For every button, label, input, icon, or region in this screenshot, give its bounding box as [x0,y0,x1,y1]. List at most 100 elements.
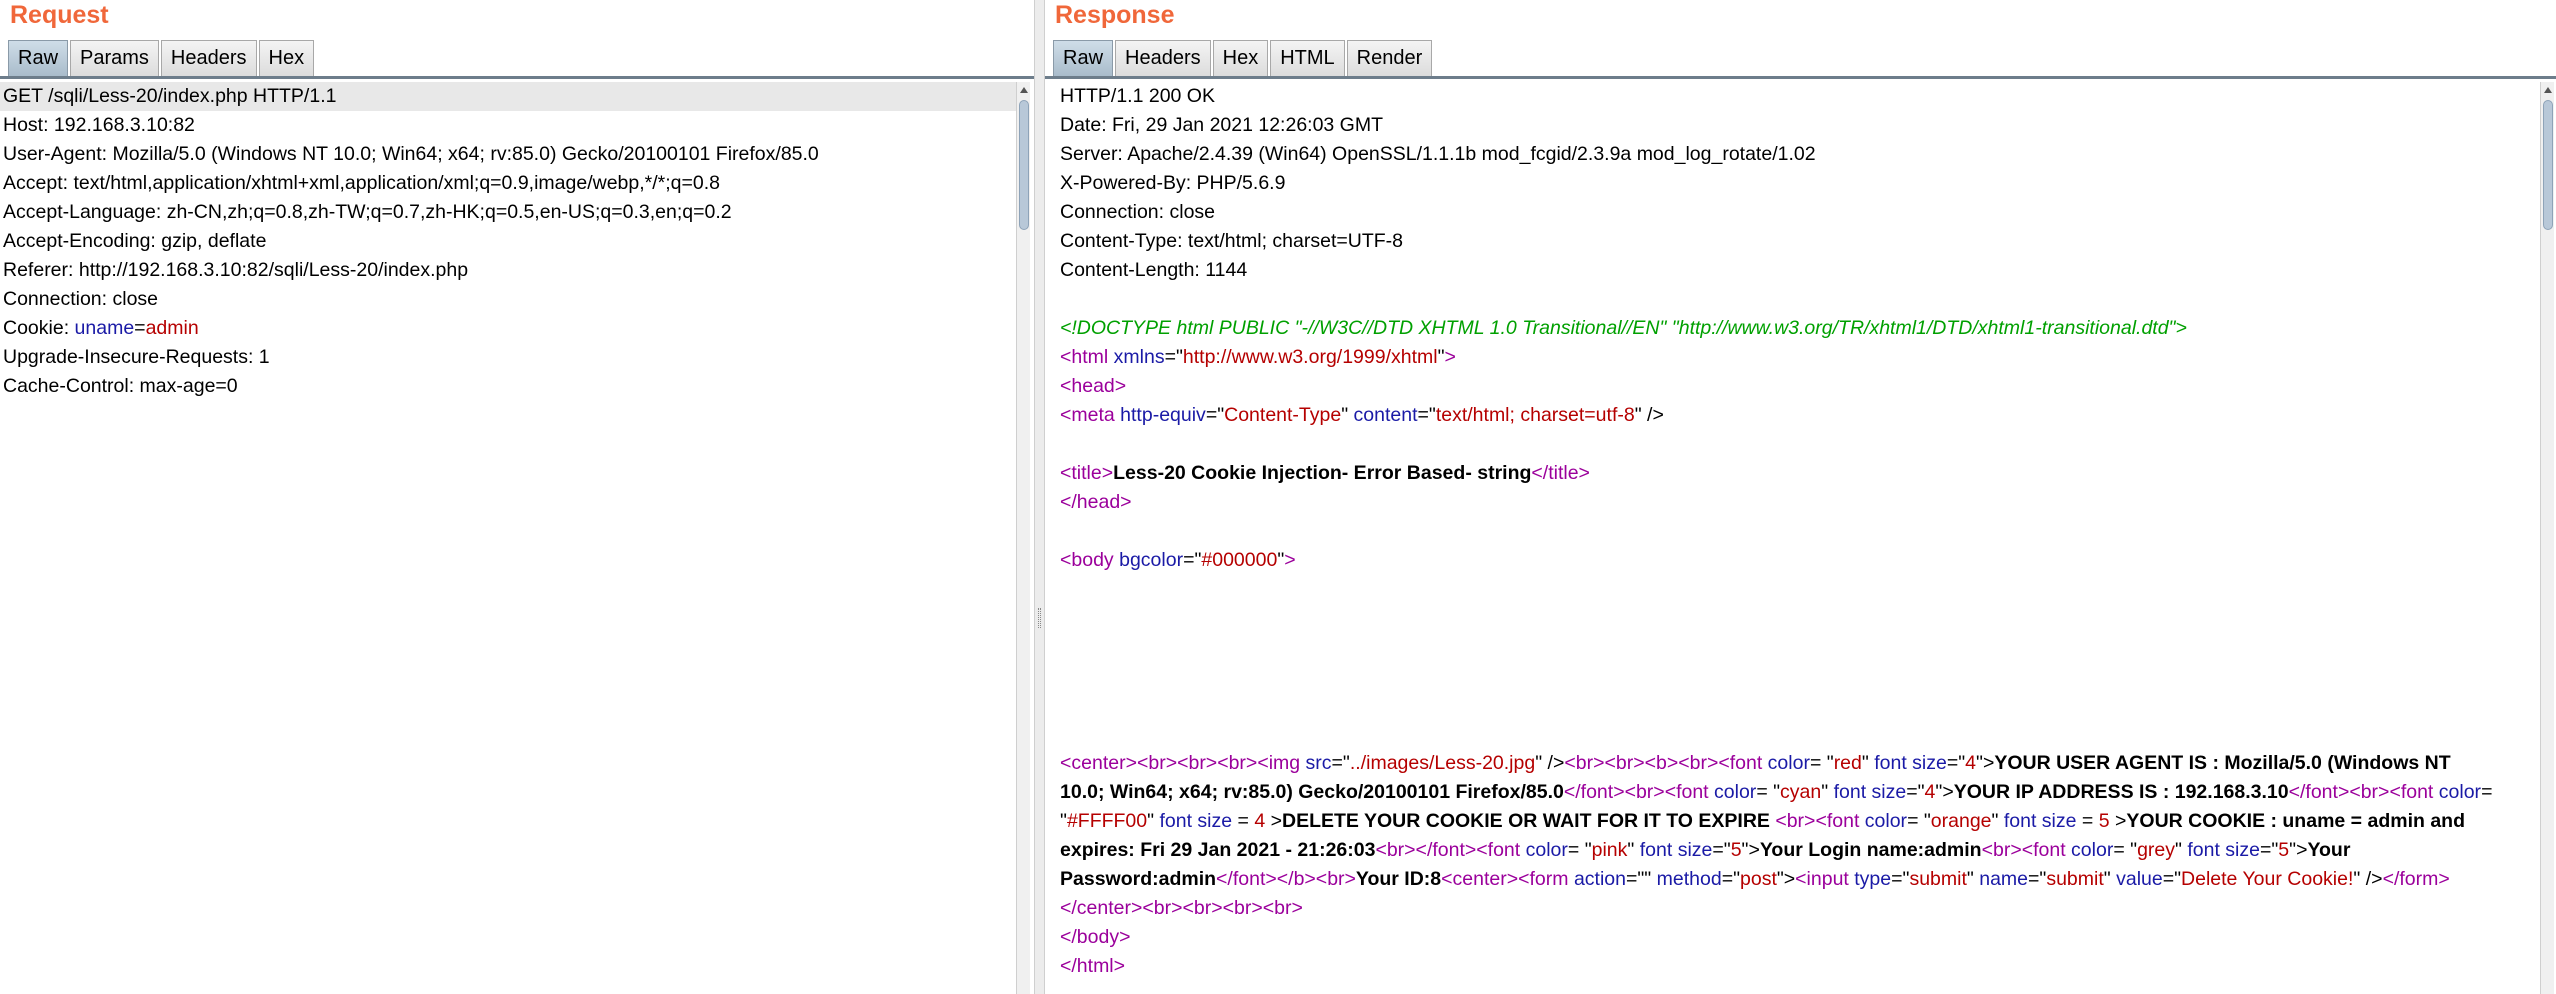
response-scroll-thumb[interactable] [2543,100,2553,230]
title-line: <title>Less-20 Cookie Injection- Error B… [1060,462,1590,484]
request-tab-params[interactable]: Params [70,40,159,76]
center-html-segment: =" [1946,752,1966,774]
center-html-segment: type [1854,868,1892,890]
response-tab-raw[interactable]: Raw [1053,40,1114,76]
center-html-segment: 4 [1965,752,1977,774]
request-editor[interactable]: GET /sqli/Less-20/index.php HTTP/1.1 Hos… [0,82,1016,994]
center-html-segment: font size [1159,810,1233,832]
center-html-segment: name [1979,868,2028,890]
panel-splitter[interactable] [1034,0,1045,994]
response-scrollbar[interactable] [2540,82,2554,994]
center-html-segment: > [1265,810,1282,832]
response-tab-hex[interactable]: Hex [1212,40,1269,76]
center-html-segment: cyan [1780,781,1822,803]
center-html-segment: font size [1833,781,1907,803]
page-title-text: Less-20 Cookie Injection- Error Based- s… [1113,462,1532,484]
body-bgcolor: #000000 [1201,549,1278,571]
response-editor[interactable]: HTTP/1.1 200 OK Date: Fri, 29 Jan 2021 1… [1057,82,2537,994]
request-title: Request [10,1,109,29]
center-html-segment: color [1525,839,1568,861]
center-html-segment: > [2109,810,2127,832]
center-html-segment: <input [1795,868,1855,890]
center-html-segment: = " [1756,781,1781,803]
center-html-segment: "> [1741,839,1760,861]
center-html-segment: color [2438,781,2482,803]
center-html-segment: src [1305,752,1332,774]
request-line: GET /sqli/Less-20/index.php HTTP/1.1 [0,82,1016,111]
head-close-line: </head> [1060,491,1132,513]
response-tab-underline [1045,76,2556,79]
center-html-segment: DELETE YOUR COOKIE OR WAIT FOR IT TO EXP… [1282,810,1776,832]
center-html-segment: " [2175,839,2188,861]
request-cookie-line: Cookie: uname=admin [0,314,1016,343]
response-tab-html[interactable]: HTML [1270,40,1345,76]
center-html-segment: = [1232,810,1255,832]
center-html-segment: color [1864,810,1908,832]
center-html-segment: method [1656,868,1722,890]
center-html-segment: post [1740,868,1777,890]
center-html-segment: color [1767,752,1810,774]
meta-line: <meta http-equiv="Content-Type" content=… [1060,404,1664,426]
request-tab-headers[interactable]: Headers [160,40,257,76]
body-close-line: </body> [1060,926,1131,948]
cookie-eq: = [134,317,146,339]
response-header-line: Server: Apache/2.4.39 (Win64) OpenSSL/1.… [1060,143,1816,165]
center-html-segment: "> [2289,839,2308,861]
request-scrollbar[interactable] [1016,82,1030,994]
request-tab-hex[interactable]: Hex [258,40,315,76]
center-html-segment: value [2116,868,2163,890]
center-html-segment: =" [1906,781,1925,803]
center-html-segment: " [1821,781,1834,803]
response-header-line: HTTP/1.1 200 OK [1060,85,1215,107]
center-html-segment: submit [1909,868,1967,890]
scroll-up-arrow-icon[interactable] [2541,82,2555,98]
request-tabs: Raw Params Headers Hex [8,40,316,76]
center-html-segment: color [1714,781,1757,803]
response-header-line: Connection: close [1060,201,1216,223]
center-html-segment: =" [1891,868,1910,890]
center-html-segment: " [1627,839,1640,861]
center-html-segment: <center><form [1441,868,1574,890]
center-html-segment: =" [1712,839,1731,861]
center-html-segment: " [1861,752,1875,774]
center-html-segment: " [2103,868,2117,890]
center-html-segment: " [1966,868,1980,890]
center-html-segment: "> [1776,868,1796,890]
center-html-segment: YOUR IP ADDRESS IS : 192.168.3.10 [1953,781,2289,803]
center-html-segment: <br><br><b><br><font [1564,752,1768,774]
response-header-line: X-Powered-By: PHP/5.6.9 [1060,172,1286,194]
center-html-block: <center><br><br><br><img src="../images/… [1057,749,2497,923]
request-tab-raw[interactable]: Raw [8,40,69,76]
center-html-segment: =" [2259,839,2279,861]
response-title: Response [1055,1,1175,29]
center-html-segment: " /> [1535,752,1565,774]
center-html-segment: = " [1907,810,1931,832]
request-line: Connection: close [3,288,159,310]
center-html-segment: </font><br><font [1563,781,1715,803]
center-html-segment: grey [2137,839,2175,861]
doctype-line: <!DOCTYPE html PUBLIC "-//W3C//DTD XHTML… [1060,317,2187,339]
cookie-key: uname [74,317,135,339]
response-tab-render[interactable]: Render [1346,40,1433,76]
request-line: Host: 192.168.3.10:82 [3,114,195,136]
scroll-up-arrow-icon[interactable] [1017,82,1031,98]
center-html-segment: pink [1591,839,1628,861]
response-tab-headers[interactable]: Headers [1115,40,1211,76]
center-html-segment: = [2076,810,2099,832]
center-html-segment: " [1991,810,2004,832]
request-line: Cache-Control: max-age=0 [3,375,238,397]
center-html-segment: =" [2162,868,2182,890]
center-html-segment: font size [2187,839,2260,861]
request-line: Accept: text/html,application/xhtml+xml,… [3,172,720,194]
center-html-segment: =" [1721,868,1740,890]
center-html-segment: red [1833,752,1862,774]
response-tabs: Raw Headers Hex HTML Render [1053,40,1434,76]
center-html-segment: #FFFF00 [1066,810,1148,832]
center-html-segment: font size [1874,752,1947,774]
center-html-segment: " /> [2353,868,2383,890]
center-html-segment: = " [1809,752,1834,774]
center-html-segment: <br></font><font [1375,839,1526,861]
center-html-segment: " [1147,810,1160,832]
center-html-segment: 4 [1924,781,1936,803]
request-scroll-thumb[interactable] [1019,100,1029,230]
